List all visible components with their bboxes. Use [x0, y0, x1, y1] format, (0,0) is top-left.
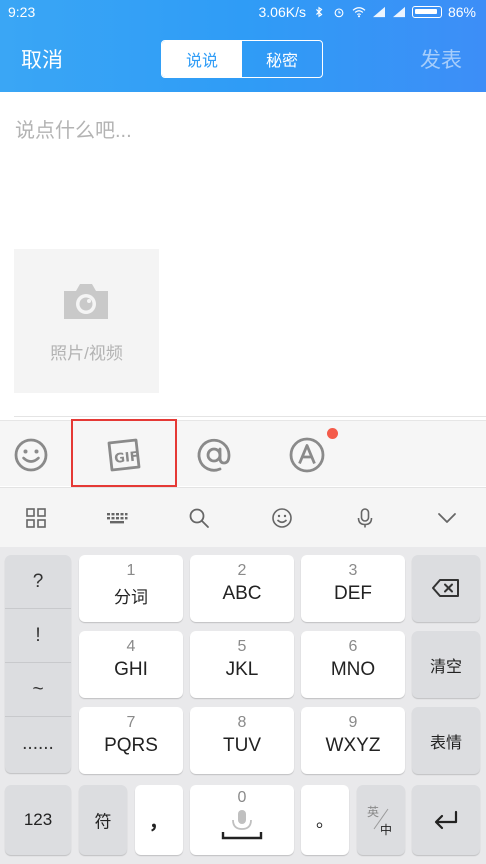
signal-icon-1 — [372, 6, 385, 18]
backspace-icon — [432, 579, 459, 597]
network-speed: 3.06K/s — [258, 4, 306, 20]
key-number: 8 — [237, 714, 247, 731]
key-question[interactable]: ? — [5, 555, 71, 609]
key-1-fenci[interactable]: 1 分词 — [79, 555, 183, 622]
bluetooth-icon — [316, 6, 323, 18]
key-label: PQRS — [104, 735, 158, 756]
publish-button[interactable]: 发表 — [420, 44, 462, 74]
post-text-input[interactable]: 说点什么吧... — [15, 114, 132, 143]
battery-icon — [411, 6, 442, 18]
key-5-jkl[interactable]: 5 JKL — [190, 631, 294, 698]
language-switch-key[interactable]: 英 中 — [357, 785, 405, 855]
key-label: ABC — [222, 583, 262, 604]
tab-shuoshuo[interactable]: 说说 — [162, 41, 242, 77]
emoji-icon[interactable] — [11, 435, 51, 475]
key-tilde[interactable]: ~ — [5, 663, 71, 717]
key-4-ghi[interactable]: 4 GHI — [79, 631, 183, 698]
key-number: 9 — [348, 714, 358, 731]
post-type-segment: 说说 秘密 — [161, 40, 323, 78]
key-number: 4 — [126, 638, 136, 655]
key-7-pqrs[interactable]: 7 PQRS — [79, 707, 183, 774]
punctuation-column: ? ! ~ ...... — [5, 555, 71, 773]
key-9-wxyz[interactable]: 9 WXYZ — [301, 707, 405, 774]
key-number: 3 — [348, 562, 358, 579]
key-6-mno[interactable]: 6 MNO — [301, 631, 405, 698]
cancel-button[interactable]: 取消 — [21, 44, 63, 74]
signal-icon-2 — [392, 6, 405, 18]
keyboard-icon[interactable] — [105, 506, 129, 530]
key-3-def[interactable]: 3 DEF — [301, 555, 405, 622]
add-media-button[interactable]: 照片/视频 — [14, 249, 159, 393]
key-exclaim[interactable]: ! — [5, 609, 71, 663]
emoji-icon[interactable] — [270, 506, 294, 530]
key-label: GHI — [114, 659, 148, 680]
symbol-key[interactable]: 符 — [79, 785, 127, 855]
at-icon[interactable] — [194, 435, 234, 475]
key-label: JKL — [225, 659, 259, 680]
space-number: 0 — [237, 789, 247, 806]
media-label: 照片/视频 — [50, 344, 123, 363]
key-label: MNO — [330, 659, 376, 680]
enter-icon — [434, 810, 458, 830]
notification-dot — [327, 428, 338, 439]
key-label: DEF — [334, 583, 372, 604]
key-label: 分词 — [114, 588, 148, 607]
clear-label: 清空 — [429, 658, 462, 676]
comma-key[interactable]: ， — [135, 785, 183, 855]
gif-highlight-box — [71, 419, 177, 487]
search-icon[interactable] — [187, 506, 211, 530]
clear-key[interactable]: 清空 — [412, 631, 480, 698]
key-number: 5 — [237, 638, 247, 655]
ime-function-bar — [0, 487, 486, 547]
key-ellipsis[interactable]: ...... — [5, 717, 71, 771]
comma-label: ， — [149, 811, 169, 834]
grid-icon[interactable] — [24, 506, 48, 530]
keyboard: ? ! ~ ...... 1 分词 2 ABC 3 DEF 4 GHI 5 JK… — [0, 547, 486, 864]
tab-secret[interactable]: 秘密 — [242, 41, 322, 77]
symbol-label: 符 — [94, 812, 112, 832]
key-label: TUV — [223, 735, 261, 756]
key-8-tuv[interactable]: 8 TUV — [190, 707, 294, 774]
space-mic-icon — [221, 810, 263, 840]
mode-123-label: 123 — [23, 810, 53, 829]
backspace-key[interactable] — [412, 555, 480, 622]
key-number: 7 — [126, 714, 136, 731]
lang-slash-icon — [373, 808, 389, 830]
emoticon-label: 表情 — [429, 734, 462, 752]
mode-123-key[interactable]: 123 — [5, 785, 71, 855]
mic-icon[interactable] — [353, 506, 377, 530]
status-bar: 9:23 3.06K/s 86% — [0, 0, 486, 24]
font-style-icon[interactable] — [287, 435, 327, 475]
header-bar: 9:23 3.06K/s 86% 取消 说说 秘密 发表 — [0, 0, 486, 92]
wifi-icon — [352, 7, 366, 18]
key-number: 6 — [348, 638, 358, 655]
emoticon-key[interactable]: 表情 — [412, 707, 480, 774]
key-number: 1 — [126, 562, 136, 579]
battery-percent: 86% — [447, 4, 476, 20]
chevron-down-icon[interactable] — [435, 506, 459, 530]
key-2-abc[interactable]: 2 ABC — [190, 555, 294, 622]
period-label: 。 — [316, 811, 334, 831]
key-number: 2 — [237, 562, 247, 579]
status-time: 9:23 — [8, 4, 36, 20]
period-key[interactable]: 。 — [301, 785, 349, 855]
camera-icon — [64, 284, 108, 319]
enter-key[interactable] — [412, 785, 480, 855]
space-key[interactable]: 0 — [190, 785, 294, 855]
divider — [14, 416, 486, 417]
key-label: WXYZ — [325, 735, 381, 756]
alarm-icon — [334, 8, 344, 18]
status-indicators: 3.06K/s 86% — [258, 4, 476, 20]
